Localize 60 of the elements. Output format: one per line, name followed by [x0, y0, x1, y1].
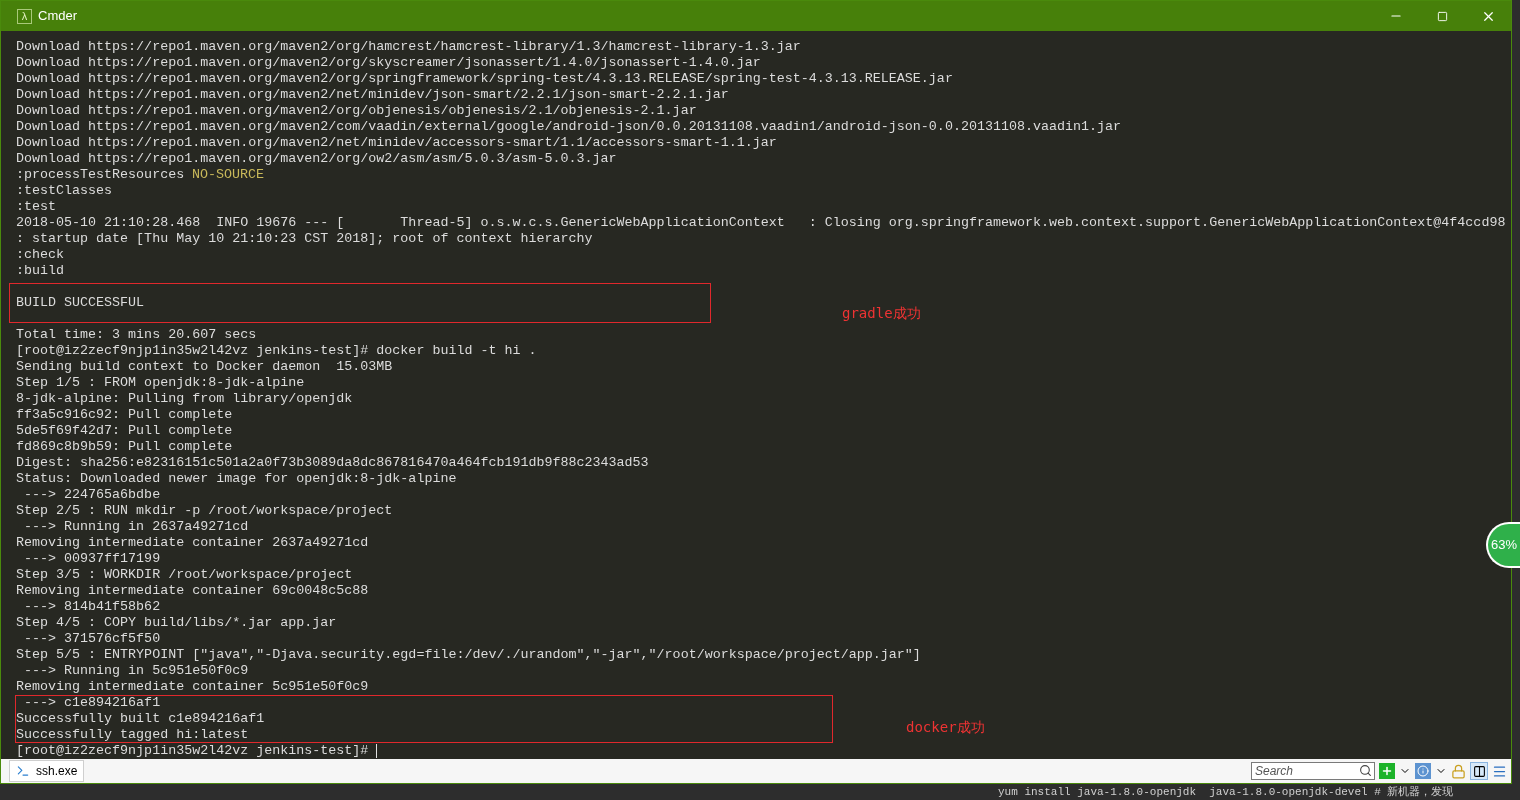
- terminal-line: Download https://repo1.maven.org/maven2/net/minidev/json-smart/2.2.1/json-smart-2.2.1.jar: [16, 87, 729, 103]
- terminal-line: :check: [16, 247, 65, 263]
- split-view-button[interactable]: [1470, 762, 1488, 780]
- search-icon: [1359, 764, 1372, 777]
- terminal-line: :test: [16, 199, 57, 215]
- terminal-line: ---> c1e894216af1: [23, 695, 161, 711]
- terminal-line: [root@iz2zecf9njp1in35w2l42vz jenkins-test]#: [16, 743, 369, 759]
- terminal-line: ---> 814b41f58b62: [23, 599, 161, 615]
- terminal-line: Download https://repo1.maven.org/maven2/net/minidev/accessors-smart/1.1/accessors-smart-1.1.jar: [16, 135, 777, 151]
- terminal-line: Successfully tagged hi:latest: [16, 727, 249, 743]
- terminal-line: ff3a5c916c92: Pull complete: [16, 407, 233, 423]
- annotation-label: gradle成功: [842, 305, 921, 321]
- terminal-line: Removing intermediate container 69c0048c5c88: [16, 583, 369, 599]
- terminal-line: Download https://repo1.maven.org/maven2/com/vaadin/external/google/android-json/0.0.20131108.vaadin1/android-json-0.0.20131108.vaadin1.jar: [16, 119, 1122, 135]
- terminal-line: Step 5/5 : ENTRYPOINT ["java","-Djava.security.egd=file:/dev/./urandom","-jar","/root/workspace/project/app.jar"]: [16, 647, 921, 663]
- terminal-line: : startup date [Thu May 10 21:10:23 CST 2018]; root of context hierarchy: [16, 231, 593, 247]
- search-field[interactable]: Search: [1251, 762, 1375, 780]
- terminal-line: Download https://repo1.maven.org/maven2/org/hamcrest/hamcrest-library/1.3/hamcrest-library-1.3.jar: [16, 39, 801, 55]
- terminal-line: [root@iz2zecf9njp1in35w2l42vz jenkins-test]# docker build -t hi .: [16, 343, 537, 359]
- terminal-line: 8-jdk-alpine: Pulling from library/openjdk: [16, 391, 353, 407]
- console-tab[interactable]: ssh.exe: [9, 760, 85, 782]
- terminal-line: Download https://repo1.maven.org/maven2/org/skyscreamer/jsonassert/1.4.0/jsonassert-1.4.0.jar: [16, 55, 761, 71]
- terminal-line: Removing intermediate container 5c951e50f0c9: [16, 679, 369, 695]
- lock-icon[interactable]: [1451, 763, 1466, 779]
- terminal-line: Step 1/5 : FROM openjdk:8-jdk-alpine: [16, 375, 305, 391]
- terminal-line: Step 2/5 : RUN mkdir -p /root/workspace/project: [16, 503, 393, 519]
- background-text: yum install java-1.8.0-openjdk java-1.8.0-openjdk-devel # 新机器，发现: [998, 785, 1454, 799]
- menu-icon[interactable]: [1492, 763, 1507, 779]
- status-tag: NO-SOURCE: [192, 167, 265, 183]
- terminal-line: ---> 00937ff17199: [23, 551, 161, 567]
- terminal-line: 2018-05-10 21:10:28.468 INFO 19676 --- [ Thread-5] o.s.w.c.s.GenericWebApplicationContext : Closing org.springframework.web.context.support.GenericWebApplicationContext@4f4ccd98: [16, 215, 1506, 231]
- terminal-line: fd869c8b9b59: Pull complete: [16, 439, 233, 455]
- terminal-line: ---> Running in 5c951e50f0c9: [23, 663, 249, 679]
- terminal-line: Digest: sha256:e82316151c501a2a0f73b3089da8dc867816470a464fcb191db9f88c2343ad53: [16, 455, 649, 471]
- terminal-line: Download https://repo1.maven.org/maven2/org/objenesis/objenesis/2.1/objenesis-2.1.jar: [16, 103, 697, 119]
- terminal-line: Step 3/5 : WORKDIR /root/workspace/project: [16, 567, 353, 583]
- terminal-line: :testClasses: [16, 183, 113, 199]
- cursor: [376, 744, 378, 758]
- terminal-line: Step 4/5 : COPY build/libs/*.jar app.jar: [16, 615, 337, 631]
- terminal-line: :processTestResources: [16, 167, 185, 183]
- terminal-line: :build: [16, 263, 65, 279]
- terminal-line: Download https://repo1.maven.org/maven2/org/ow2/asm/asm/5.0.3/asm-5.0.3.jar: [16, 151, 617, 167]
- terminal-line: Successfully built c1e894216af1: [16, 711, 265, 727]
- terminal-line: Download https://repo1.maven.org/maven2/org/springframework/spring-test/4.3.13.RELEASE/spring-test-4.3.13.RELEASE.jar: [16, 71, 953, 87]
- window-title: Cmder: [38, 7, 77, 26]
- terminal-line: Total time: 3 mins 20.607 secs: [16, 327, 257, 343]
- maximize-icon: [1436, 10, 1448, 22]
- terminal-icon: [16, 764, 30, 778]
- info-button[interactable]: [1415, 763, 1431, 779]
- terminal-line: ---> Running in 2637a49271cd: [23, 519, 249, 535]
- terminal-line: 5de5f69f42d7: Pull complete: [16, 423, 233, 439]
- annotation-label: docker成功: [906, 719, 985, 735]
- terminal-line: BUILD SUCCESSFUL: [16, 295, 145, 311]
- terminal-line: Removing intermediate container 2637a49271cd: [16, 535, 369, 551]
- terminal-line: Sending build context to Docker daemon 15.03MB: [16, 359, 393, 375]
- terminal-line: ---> 224765a6bdbe: [23, 487, 161, 503]
- new-console-button[interactable]: [1379, 763, 1395, 779]
- terminal-line: ---> 371576cf5f50: [23, 631, 161, 647]
- terminal-line: Status: Downloaded newer image for openjdk:8-jdk-alpine: [16, 471, 457, 487]
- lambda-icon: λ: [17, 8, 32, 24]
